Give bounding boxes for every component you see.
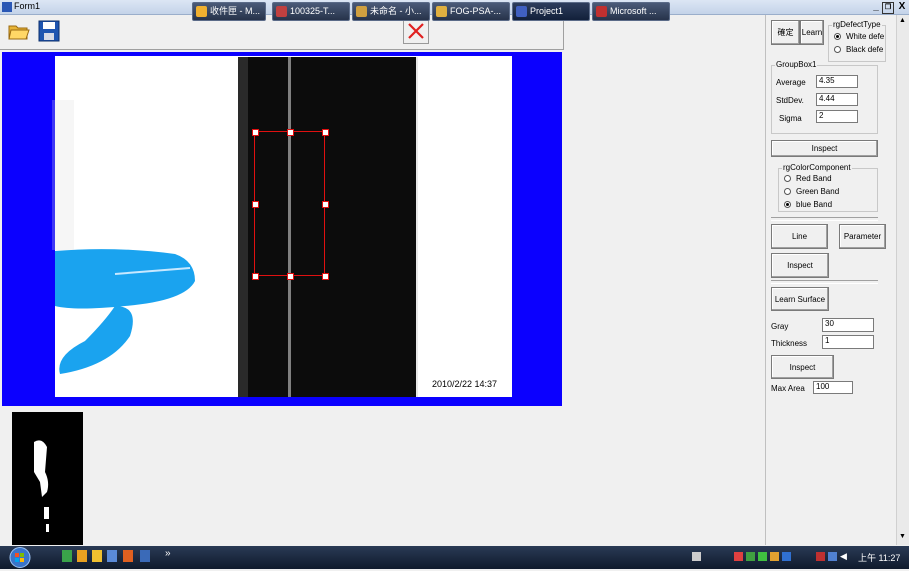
tray-icon[interactable] <box>782 552 791 561</box>
roi-rectangle[interactable] <box>254 131 325 276</box>
taskbar-task[interactable]: 未命名 - 小... <box>352 2 430 21</box>
quicklaunch-icon[interactable] <box>123 550 133 562</box>
defect-type-group <box>828 25 886 62</box>
defect-blob <box>34 440 49 532</box>
office-icon <box>596 6 607 17</box>
folder-icon <box>436 6 447 17</box>
inspect-button-3[interactable]: Inspect <box>771 355 834 379</box>
radio-red-band[interactable] <box>784 175 791 182</box>
max-area-label: Max Area <box>771 384 805 393</box>
radio-blue-band[interactable] <box>784 201 791 208</box>
radio-red-band-label: Red Band <box>796 174 832 183</box>
inspect-button-1[interactable]: Inspect <box>771 140 878 157</box>
radio-green-band-label: Green Band <box>796 187 840 196</box>
defect-type-group-title: rgDefectType <box>832 20 882 29</box>
tray-icon[interactable] <box>816 552 825 561</box>
line-button[interactable]: Line <box>771 224 828 249</box>
stddev-field[interactable]: 4.44 <box>816 93 858 106</box>
taskbar-task[interactable]: Microsoft ... <box>592 2 670 21</box>
scroll-up-icon[interactable]: ▲ <box>899 17 906 24</box>
gray-field[interactable]: 30 <box>822 318 874 332</box>
inspect-button-2[interactable]: Inspect <box>771 253 829 278</box>
project-icon <box>516 6 527 17</box>
roi-handle[interactable] <box>252 273 259 280</box>
tray-icon[interactable] <box>734 552 743 561</box>
floppy-save-icon <box>38 20 60 42</box>
system-tray: ◀ <box>688 550 864 564</box>
taskbar-task[interactable]: FOG-PSA-... <box>432 2 510 21</box>
radio-blue-band-label: blue Band <box>796 200 833 209</box>
specimen-streak <box>52 100 74 250</box>
roi-handle[interactable] <box>322 201 329 208</box>
close-button[interactable]: X <box>896 1 908 13</box>
minimize-button[interactable]: _ <box>870 1 882 13</box>
gray-label: Gray <box>771 322 789 331</box>
radio-white-defect[interactable] <box>834 33 841 40</box>
quicklaunch-icon[interactable] <box>140 550 150 562</box>
average-label: Average <box>776 78 806 87</box>
scroll-down-icon[interactable]: ▼ <box>899 533 906 540</box>
color-component-group-title: rgColorComponent <box>782 163 852 172</box>
parameter-button[interactable]: Parameter <box>839 224 886 249</box>
taskbar-task-active[interactable]: Project1 <box>512 2 590 21</box>
vertical-scrollbar[interactable]: ▲ ▼ <box>896 15 909 545</box>
window-title: Form1 <box>14 1 41 11</box>
start-button[interactable] <box>6 546 34 569</box>
result-thumbnail <box>12 412 83 545</box>
quicklaunch-icon[interactable] <box>92 550 102 562</box>
max-area-field[interactable]: 100 <box>813 381 853 394</box>
stddev-label: StdDev. <box>776 96 804 105</box>
separator <box>771 280 878 284</box>
taskbar-task[interactable]: 100325-T... <box>272 2 350 21</box>
learn-button[interactable]: Learn <box>800 20 824 45</box>
red-x-icon <box>408 23 424 39</box>
taskbar-clock[interactable]: 上午 11:27 <box>858 551 900 564</box>
radio-green-band[interactable] <box>784 188 791 195</box>
delete-button[interactable] <box>403 18 429 44</box>
tray-icon[interactable] <box>770 552 779 561</box>
thickness-field[interactable]: 1 <box>822 335 874 349</box>
quicklaunch-icon[interactable] <box>62 550 72 562</box>
quicklaunch-overflow-icon[interactable]: » <box>165 548 171 559</box>
radio-white-defect-label: White defe <box>846 32 885 41</box>
quicklaunch-icon[interactable] <box>107 550 117 562</box>
average-field[interactable]: 4.35 <box>816 75 858 88</box>
image-timestamp: 2010/2/22 14:37 <box>432 379 498 389</box>
groupbox1-title: GroupBox1 <box>775 60 818 69</box>
learn-surface-button[interactable]: Learn Surface <box>771 287 829 311</box>
app-icon <box>2 2 12 12</box>
taskbar-task[interactable]: 收件匣 - M... <box>192 2 266 21</box>
radio-black-defect[interactable] <box>834 46 841 53</box>
roi-handle[interactable] <box>287 129 294 136</box>
roi-handle[interactable] <box>287 273 294 280</box>
folder-open-icon <box>8 25 30 40</box>
open-button[interactable] <box>6 18 32 44</box>
tray-icon[interactable] <box>746 552 755 561</box>
tray-icon[interactable] <box>828 552 837 561</box>
volume-icon[interactable]: ◀ <box>840 551 847 562</box>
sigma-field[interactable]: 2 <box>816 110 858 123</box>
thickness-label: Thickness <box>771 339 808 348</box>
radio-black-defect-label: Black defe <box>846 45 884 54</box>
quicklaunch-icon[interactable] <box>77 550 87 562</box>
save-button[interactable] <box>36 18 62 44</box>
paint-icon <box>356 6 367 17</box>
tray-icon[interactable] <box>758 552 767 561</box>
document-icon <box>276 6 287 17</box>
roi-handle[interactable] <box>252 201 259 208</box>
restore-button[interactable]: ❐ <box>882 2 894 14</box>
roi-handle[interactable] <box>322 273 329 280</box>
sigma-label: Sigma <box>779 114 802 123</box>
roi-handle[interactable] <box>322 129 329 136</box>
separator <box>771 217 878 221</box>
mail-icon <box>196 6 207 17</box>
tray-icon[interactable] <box>692 552 701 561</box>
windows-orb-icon <box>9 547 31 568</box>
confirm-button[interactable]: 確定 <box>771 20 800 45</box>
roi-handle[interactable] <box>252 129 259 136</box>
